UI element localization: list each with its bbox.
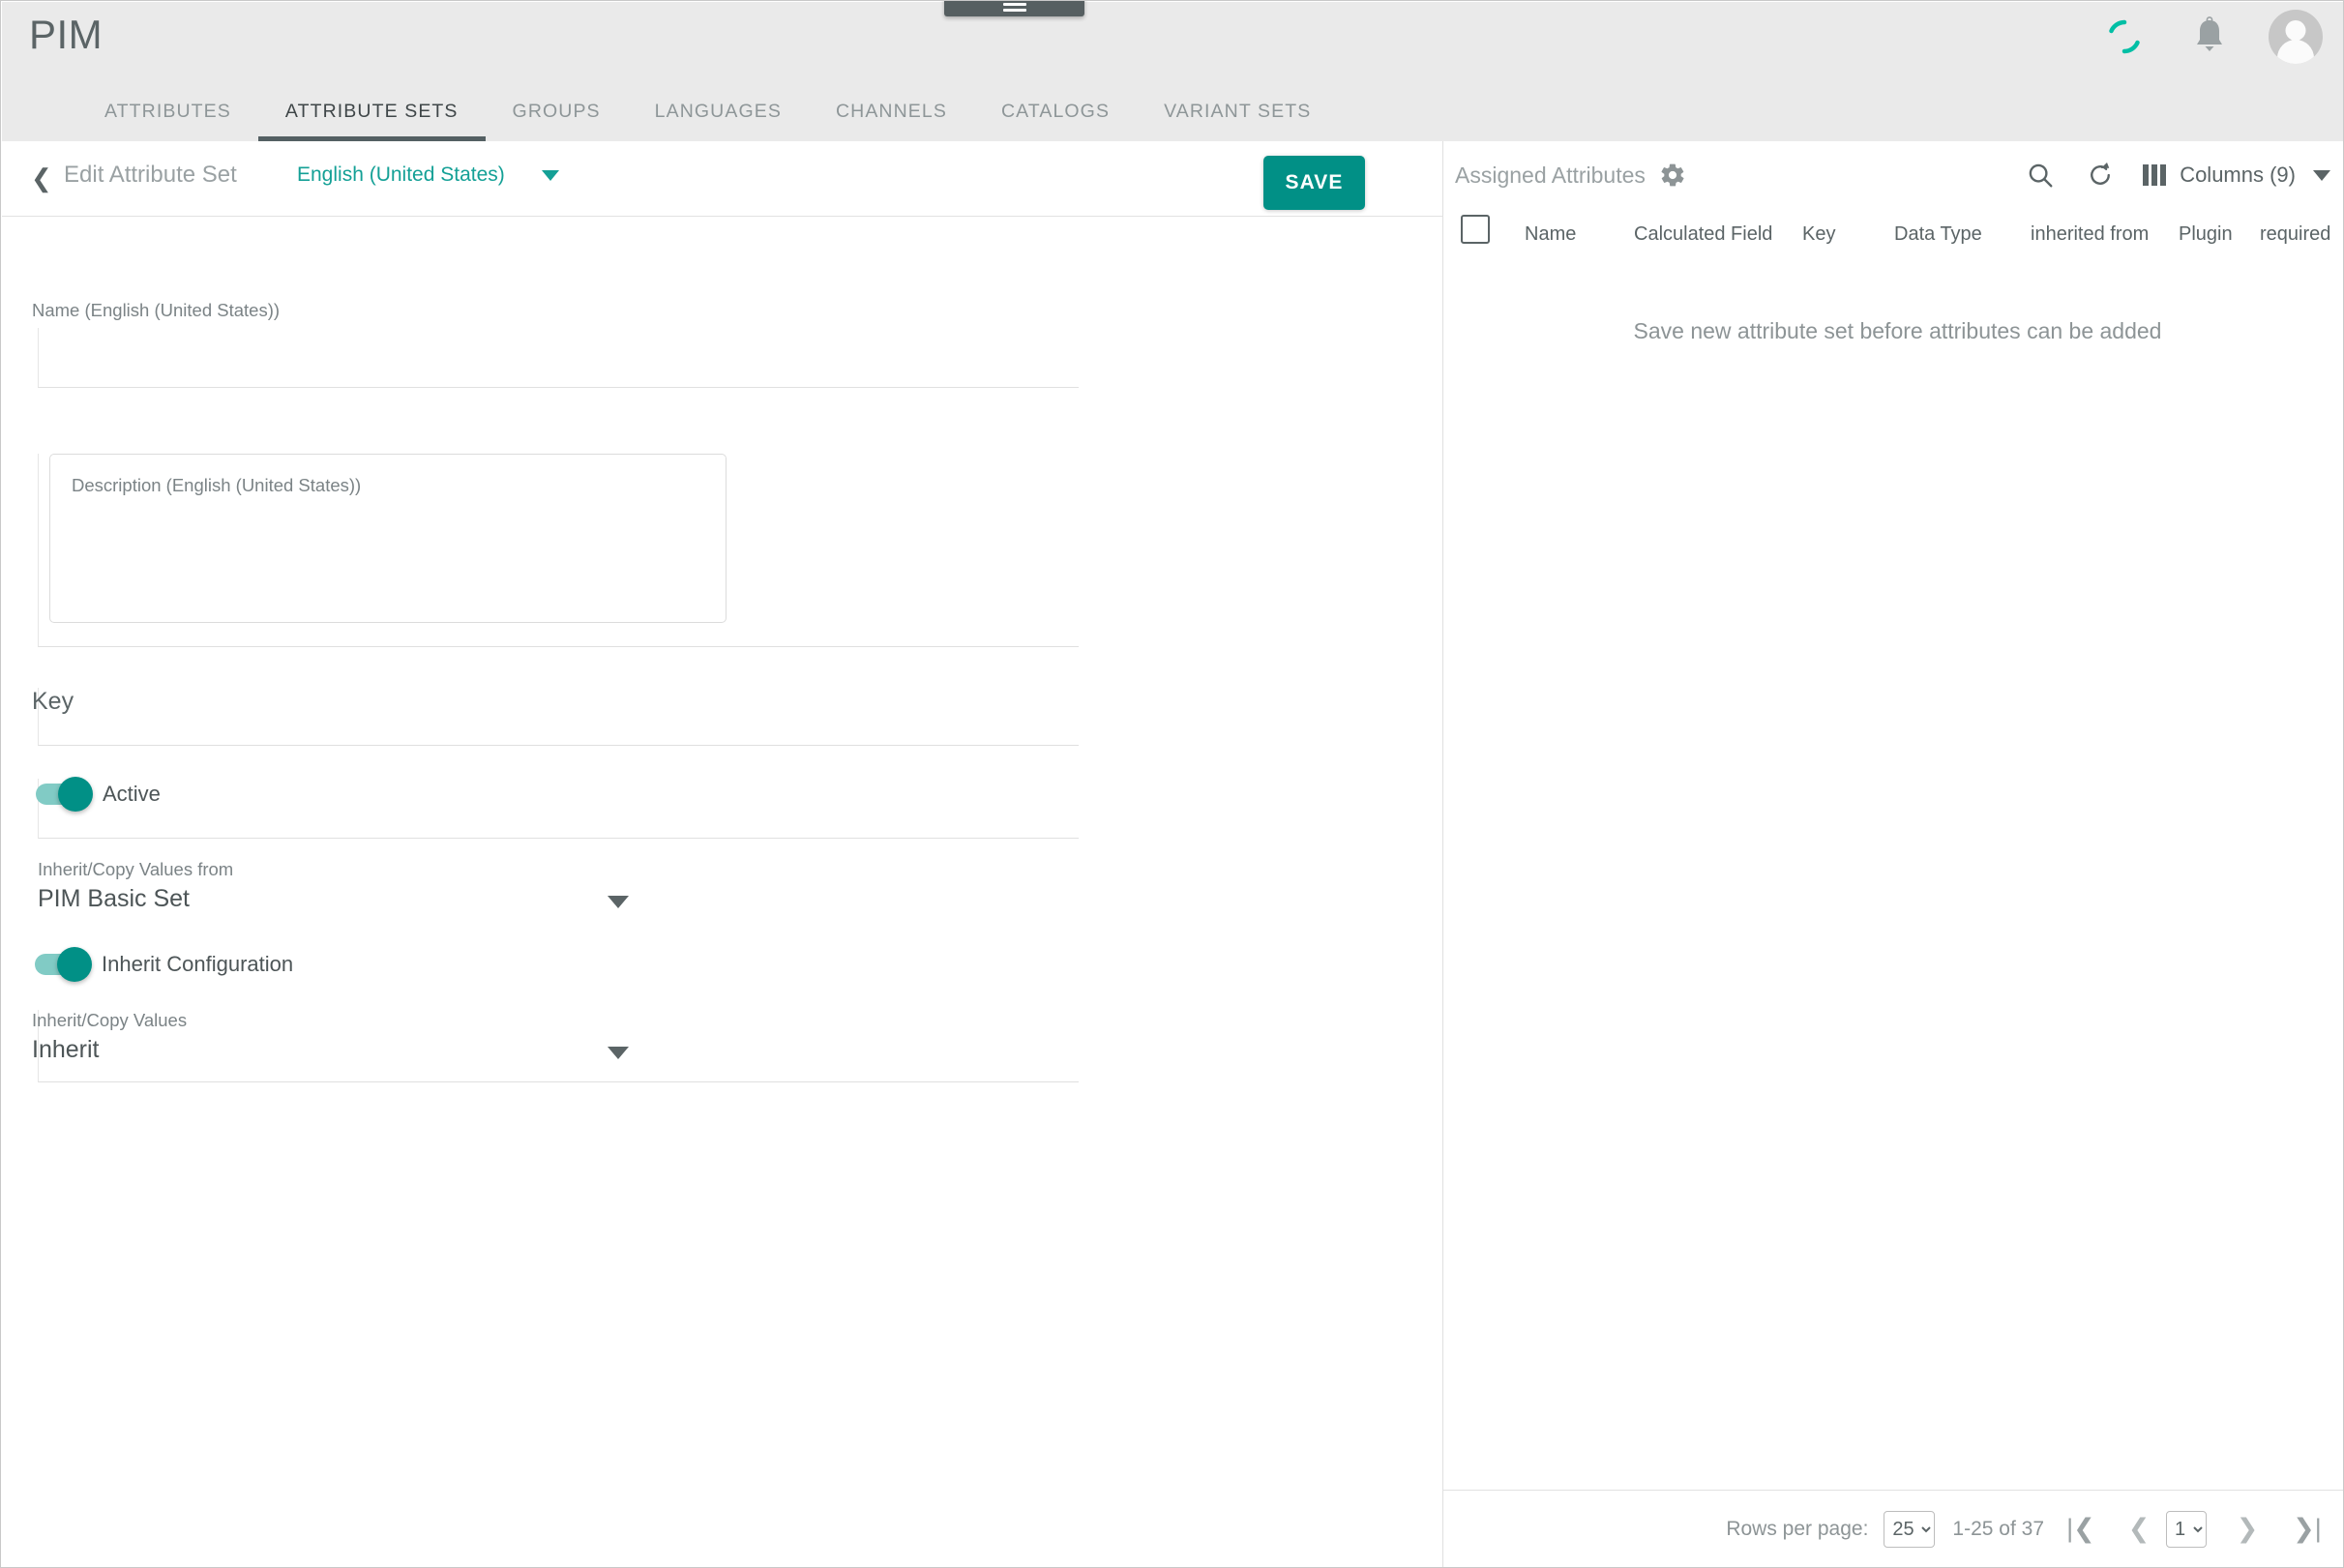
- description-textarea[interactable]: Description (English (United States)): [49, 454, 727, 623]
- attributes-table-header: Name Calculated Field Key Data Type inhe…: [1443, 209, 2343, 259]
- tab-variant-sets[interactable]: VARIANT SETS: [1137, 81, 1338, 141]
- user-avatar[interactable]: [2269, 10, 2323, 64]
- app-brand-title: PIM: [29, 12, 104, 57]
- tab-channels[interactable]: CHANNELS: [809, 81, 974, 141]
- inherit-values-label: Inherit/Copy Values: [32, 1010, 188, 1030]
- assigned-attributes-title: Assigned Attributes: [1455, 162, 1646, 188]
- description-field[interactable]: Description (English (United States)): [38, 454, 1079, 647]
- table-toolbar: Columns (9): [2023, 158, 2330, 192]
- last-page-icon[interactable]: ❯|: [2286, 1508, 2329, 1551]
- toggle-knob: [57, 947, 92, 982]
- empty-state-message: Save new attribute set before attributes…: [1633, 318, 2162, 343]
- active-field-row: Active: [36, 777, 1079, 839]
- name-field-label: Name (English (United States)): [32, 300, 281, 320]
- column-header-calculated-field[interactable]: Calculated Field: [1634, 223, 1772, 246]
- inherit-from-value: PIM Basic Set: [38, 885, 190, 912]
- column-header-plugin[interactable]: Plugin: [2179, 223, 2233, 246]
- inherit-from-select[interactable]: Inherit/Copy Values from PIM Basic Set: [38, 859, 1079, 931]
- key-field[interactable]: Key: [32, 688, 1079, 746]
- tab-label: ATTRIBUTE SETS: [284, 100, 459, 122]
- active-toggle-label: Active: [103, 782, 161, 806]
- notifications-bell-icon[interactable]: [2183, 11, 2236, 63]
- column-header-key[interactable]: Key: [1802, 223, 1835, 246]
- inherit-values-select[interactable]: Inherit/Copy Values Inherit: [32, 1010, 1079, 1082]
- chevron-down-icon: [2313, 169, 2330, 181]
- chevron-down-icon: [608, 1047, 629, 1059]
- chevron-down-icon: [541, 169, 559, 181]
- inherit-configuration-row: Inherit Configuration: [35, 947, 1079, 982]
- refresh-icon[interactable]: [2083, 158, 2118, 192]
- name-field[interactable]: Name (English (United States)): [32, 300, 1079, 388]
- assigned-attributes-header: Assigned Attributes Columns (9): [1443, 141, 2343, 209]
- rows-per-page-label: Rows per page:: [1726, 1517, 1869, 1540]
- tab-label: LANGUAGES: [654, 100, 782, 122]
- assigned-attributes-panel: Assigned Attributes Columns (9) Name Cal…: [1443, 141, 2343, 1567]
- columns-selector-label: Columns (9): [2180, 163, 2296, 187]
- column-header-required[interactable]: required: [2260, 223, 2330, 246]
- tab-label: ATTRIBUTES: [104, 100, 231, 122]
- inherit-from-label: Inherit/Copy Values from: [38, 859, 234, 879]
- language-selector-value: English (United States): [297, 163, 505, 186]
- chevron-left-icon[interactable]: ❮: [31, 165, 52, 191]
- sync-spinner-icon[interactable]: [2098, 11, 2151, 63]
- pagination-range-text: 1-25 of 37: [1952, 1517, 2044, 1540]
- inherit-configuration-toggle[interactable]: Inherit Configuration: [35, 947, 1076, 982]
- toggle-track: [35, 947, 92, 982]
- table-paginator: Rows per page: 25 1-25 of 37 |❮ ❮ 1 ❯ ❯|: [1443, 1490, 2343, 1567]
- page-number-select[interactable]: 1: [2166, 1510, 2207, 1548]
- page-title: Edit Attribute Set: [64, 162, 237, 188]
- tab-label: CATALOGS: [1000, 100, 1111, 122]
- tab-catalogs[interactable]: CATALOGS: [974, 81, 1137, 141]
- hamburger-menu-icon[interactable]: [944, 1, 1084, 16]
- attribute-set-edit-panel: ❮ Edit Attribute Set English (United Sta…: [2, 141, 1442, 1567]
- tab-languages[interactable]: LANGUAGES: [628, 81, 809, 141]
- columns-selector[interactable]: Columns (9): [2143, 163, 2330, 188]
- rows-per-page-select[interactable]: 25: [1884, 1510, 1936, 1548]
- tab-label: VARIANT SETS: [1164, 100, 1312, 122]
- save-button[interactable]: SAVE: [1263, 156, 1365, 210]
- inherit-values-value: Inherit: [32, 1036, 100, 1063]
- chevron-down-icon: [608, 896, 629, 908]
- edit-panel-header: ❮ Edit Attribute Set English (United Sta…: [2, 141, 1442, 217]
- active-toggle[interactable]: Active: [36, 777, 161, 812]
- attribute-set-form: Name (English (United States)) Descripti…: [2, 217, 1442, 1567]
- tab-label: CHANNELS: [835, 100, 947, 122]
- hamburger-glyph: [1002, 1, 1026, 12]
- application-window: PIM ATTRIBUTES ATTRIBUTE SETS GROUPS LAN…: [0, 0, 2344, 1568]
- tab-attribute-sets[interactable]: ATTRIBUTE SETS: [257, 81, 486, 141]
- tab-groups[interactable]: GROUPS: [486, 81, 628, 141]
- column-header-data-type[interactable]: Data Type: [1894, 223, 1982, 246]
- top-bar-icons: [2098, 10, 2323, 64]
- toggle-knob: [58, 777, 93, 812]
- select-all-checkbox[interactable]: [1461, 215, 1490, 244]
- gear-icon[interactable]: [1659, 162, 1686, 189]
- language-selector[interactable]: English (United States): [297, 163, 559, 187]
- column-header-name[interactable]: Name: [1525, 223, 1576, 246]
- tab-label: GROUPS: [512, 100, 601, 122]
- key-field-label: Key: [32, 688, 74, 715]
- toggle-track: [36, 777, 93, 812]
- next-page-icon[interactable]: ❯: [2226, 1508, 2269, 1551]
- columns-icon: [2143, 164, 2167, 186]
- tab-attributes[interactable]: ATTRIBUTES: [77, 81, 258, 141]
- search-icon[interactable]: [2023, 158, 2058, 192]
- column-header-inherited-from[interactable]: inherited from: [2031, 223, 2149, 246]
- description-field-label: Description (English (United States)): [72, 475, 362, 495]
- first-page-icon[interactable]: |❮: [2060, 1508, 2102, 1551]
- top-header-bar: PIM ATTRIBUTES ATTRIBUTE SETS GROUPS LAN…: [2, 1, 2343, 141]
- main-navigation-tabs: ATTRIBUTES ATTRIBUTE SETS GROUPS LANGUAG…: [2, 81, 1338, 141]
- previous-page-icon[interactable]: ❮: [2118, 1508, 2160, 1551]
- inherit-configuration-label: Inherit Configuration: [102, 952, 294, 976]
